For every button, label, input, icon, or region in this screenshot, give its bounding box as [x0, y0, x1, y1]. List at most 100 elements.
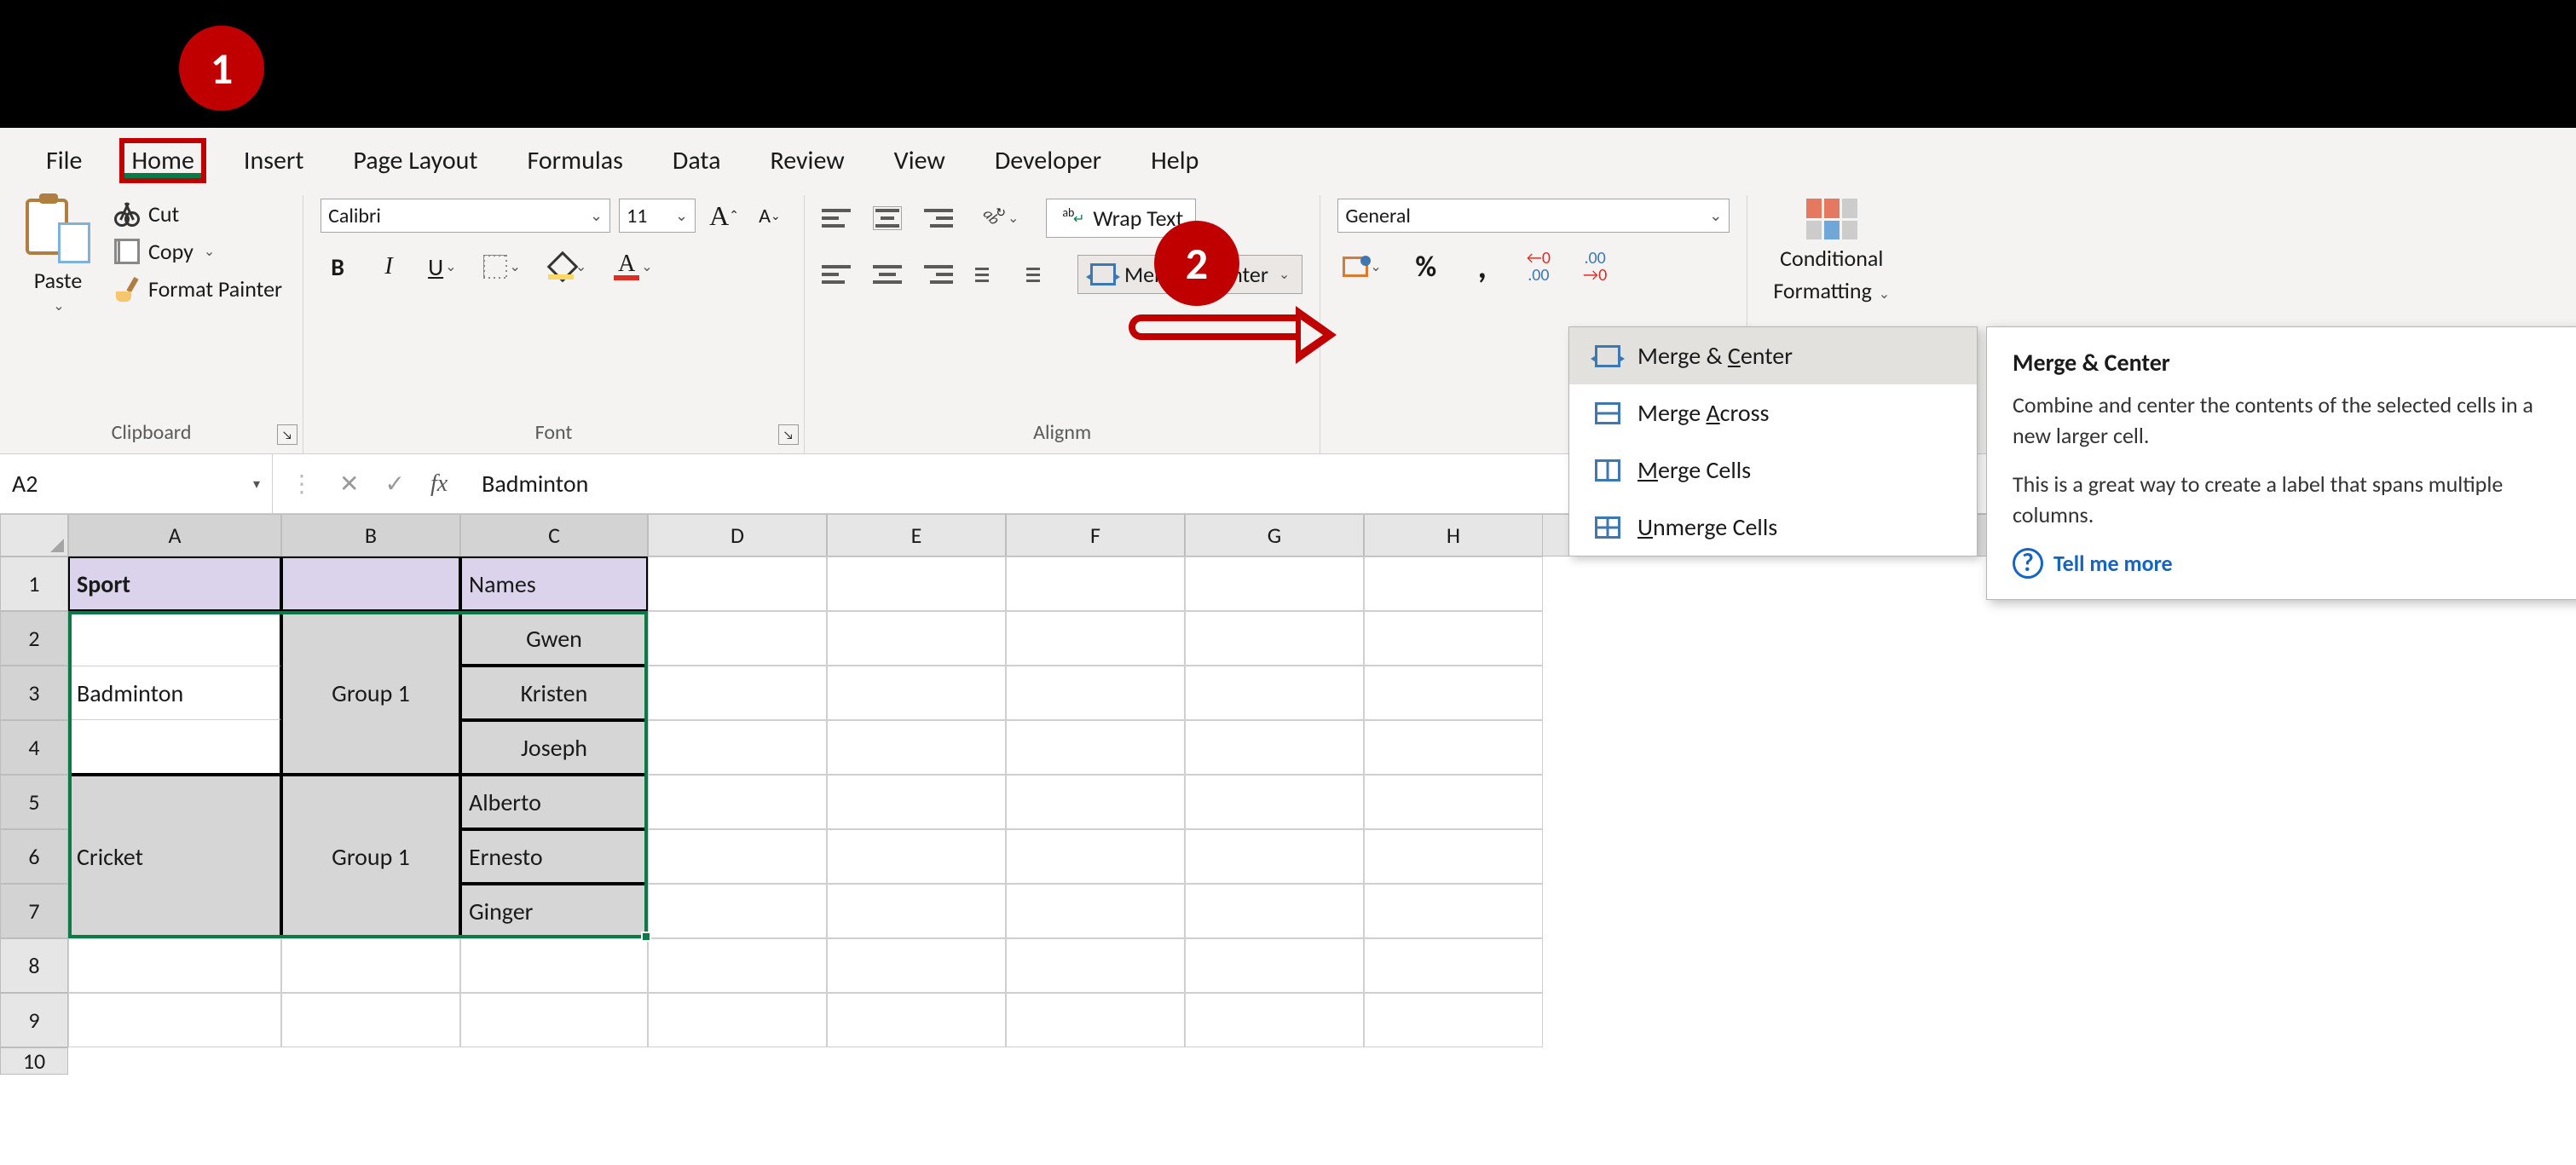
italic-button[interactable]: I: [372, 250, 406, 284]
cell-g5[interactable]: [1185, 775, 1364, 829]
align-center-button[interactable]: [873, 262, 902, 286]
cell-c1[interactable]: Names: [460, 557, 648, 611]
copy-button[interactable]: Copy ⌄: [111, 236, 218, 267]
font-color-button[interactable]: A ⌄: [609, 250, 657, 284]
copy-dropdown-icon[interactable]: ⌄: [204, 243, 215, 260]
cell-c9[interactable]: [460, 993, 648, 1047]
cell-g8[interactable]: [1185, 938, 1364, 993]
accounting-format-button[interactable]: ⌄: [1337, 250, 1386, 284]
cell-d4[interactable]: [648, 720, 827, 775]
align-left-button[interactable]: [822, 262, 851, 286]
row-header-7[interactable]: 7: [0, 884, 68, 938]
cell-e7[interactable]: [827, 884, 1006, 938]
font-dialog-launcher[interactable]: ↘: [778, 424, 799, 445]
comma-button[interactable]: ,: [1465, 250, 1499, 284]
cell-e5[interactable]: [827, 775, 1006, 829]
tab-data[interactable]: Data: [661, 138, 733, 183]
cell-f3[interactable]: [1006, 666, 1185, 720]
underline-button[interactable]: U ⌄: [423, 250, 461, 284]
cell-h8[interactable]: [1364, 938, 1543, 993]
conditional-formatting-button[interactable]: Conditional Formatting ⌄: [1765, 199, 1898, 304]
row-header-5[interactable]: 5: [0, 775, 68, 829]
cell-a2[interactable]: [68, 611, 281, 666]
cell-c6[interactable]: Ernesto: [460, 829, 648, 884]
cell-d1[interactable]: [648, 557, 827, 611]
cell-b7[interactable]: [281, 884, 460, 938]
menu-merge-center[interactable]: Merge & Center: [1569, 327, 1977, 384]
row-header-6[interactable]: 6: [0, 829, 68, 884]
cell-g2[interactable]: [1185, 611, 1364, 666]
col-header-b[interactable]: B: [281, 514, 460, 557]
cell-a7[interactable]: [68, 884, 281, 938]
cell-b8[interactable]: [281, 938, 460, 993]
cell-f1[interactable]: [1006, 557, 1185, 611]
font-size-combo[interactable]: 11 ⌄: [619, 199, 696, 233]
format-painter-button[interactable]: Format Painter: [111, 274, 286, 304]
cell-a3[interactable]: Badminton: [68, 666, 281, 720]
bold-button[interactable]: B: [321, 250, 355, 284]
menu-merge-across[interactable]: Merge Across: [1569, 384, 1977, 441]
menu-merge-cells[interactable]: Merge Cells: [1569, 441, 1977, 499]
cell-e1[interactable]: [827, 557, 1006, 611]
cell-a6[interactable]: Cricket: [68, 829, 281, 884]
cell-d6[interactable]: [648, 829, 827, 884]
cell-g7[interactable]: [1185, 884, 1364, 938]
cell-a8[interactable]: [68, 938, 281, 993]
row-header-4[interactable]: 4: [0, 720, 68, 775]
name-box[interactable]: A2 ▾: [0, 454, 273, 513]
cell-d9[interactable]: [648, 993, 827, 1047]
cell-h5[interactable]: [1364, 775, 1543, 829]
align-middle-button[interactable]: [873, 206, 902, 230]
tab-home[interactable]: Home: [119, 138, 205, 183]
cell-a4[interactable]: [68, 720, 281, 775]
cell-d3[interactable]: [648, 666, 827, 720]
cell-e6[interactable]: [827, 829, 1006, 884]
cell-b4[interactable]: [281, 720, 460, 775]
col-header-f[interactable]: F: [1006, 514, 1185, 557]
tab-formulas[interactable]: Formulas: [515, 138, 634, 183]
cell-d7[interactable]: [648, 884, 827, 938]
cell-f4[interactable]: [1006, 720, 1185, 775]
row-header-8[interactable]: 8: [0, 938, 68, 993]
align-top-button[interactable]: [822, 206, 851, 230]
cell-g3[interactable]: [1185, 666, 1364, 720]
cell-f8[interactable]: [1006, 938, 1185, 993]
cell-f9[interactable]: [1006, 993, 1185, 1047]
tell-me-more-link[interactable]: ? Tell me more: [2013, 548, 2556, 579]
cell-h3[interactable]: [1364, 666, 1543, 720]
col-header-a[interactable]: A: [68, 514, 281, 557]
cell-c8[interactable]: [460, 938, 648, 993]
cell-f7[interactable]: [1006, 884, 1185, 938]
increase-font-button[interactable]: A⌃: [704, 199, 744, 233]
tab-insert[interactable]: Insert: [232, 138, 316, 183]
decrease-font-button[interactable]: A⌄: [753, 199, 787, 233]
tab-page-layout[interactable]: Page Layout: [341, 138, 489, 183]
tab-file[interactable]: File: [34, 138, 94, 183]
cell-g1[interactable]: [1185, 557, 1364, 611]
cell-e2[interactable]: [827, 611, 1006, 666]
cell-g9[interactable]: [1185, 993, 1364, 1047]
row-header-9[interactable]: 9: [0, 993, 68, 1047]
row-header-10[interactable]: 10: [0, 1047, 68, 1075]
cell-b3[interactable]: Group 1: [281, 666, 460, 720]
row-header-3[interactable]: 3: [0, 666, 68, 720]
cell-e8[interactable]: [827, 938, 1006, 993]
paste-dropdown-icon[interactable]: ⌄: [53, 297, 64, 314]
cell-b9[interactable]: [281, 993, 460, 1047]
cell-f6[interactable]: [1006, 829, 1185, 884]
cell-e4[interactable]: [827, 720, 1006, 775]
cell-b2[interactable]: [281, 611, 460, 666]
cell-e9[interactable]: [827, 993, 1006, 1047]
align-bottom-button[interactable]: [924, 206, 953, 230]
orientation-button[interactable]: ↻ ⌄: [975, 201, 1024, 235]
cell-c3[interactable]: Kristen: [460, 666, 648, 720]
cancel-formula-button[interactable]: ✕: [339, 469, 359, 499]
percent-button[interactable]: %: [1409, 250, 1443, 284]
cell-h2[interactable]: [1364, 611, 1543, 666]
cell-h4[interactable]: [1364, 720, 1543, 775]
cut-button[interactable]: Cut: [111, 199, 182, 229]
row-header-1[interactable]: 1: [0, 557, 68, 611]
cell-c2[interactable]: Gwen: [460, 611, 648, 666]
select-all-corner[interactable]: [0, 514, 68, 557]
cell-d5[interactable]: [648, 775, 827, 829]
